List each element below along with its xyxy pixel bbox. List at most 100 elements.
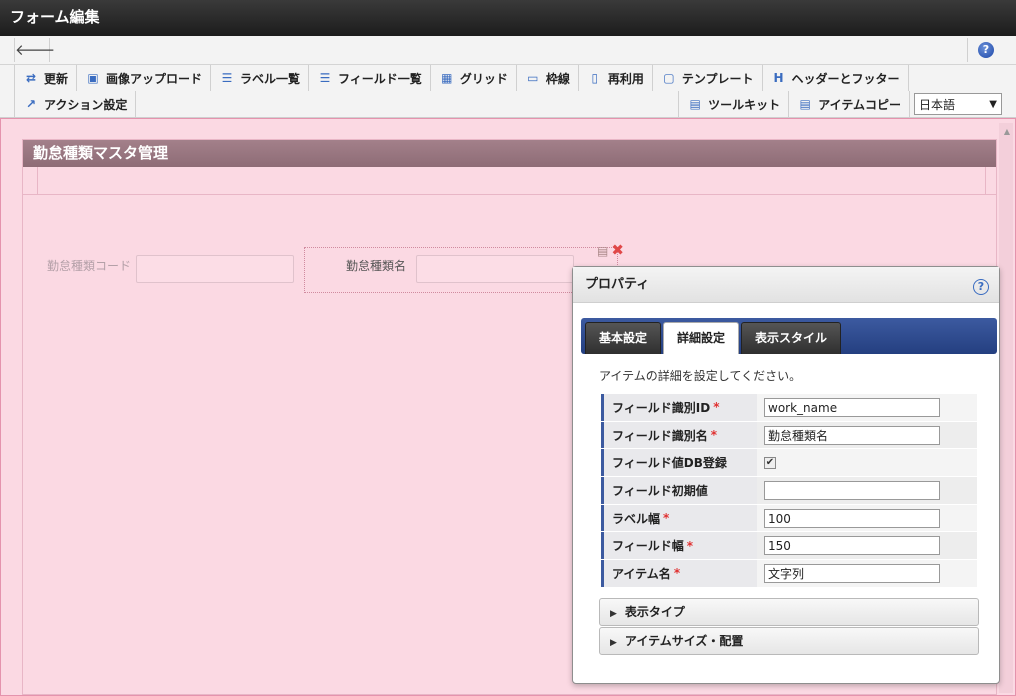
properties-title: プロパティ: [573, 267, 999, 303]
property-row: フィールド初期値: [601, 477, 977, 505]
refresh-icon: ⇄: [25, 71, 37, 85]
required-marker: *: [673, 566, 681, 581]
arrow-left-icon: 🡐: [15, 41, 56, 59]
toolbar-button[interactable]: ▢ テンプレート: [653, 65, 763, 91]
template-icon: ▢: [663, 71, 675, 85]
toolbar-button-label: アクション設定: [44, 97, 128, 112]
property-label-text: フィールド幅: [612, 539, 684, 554]
property-input[interactable]: 100: [764, 508, 940, 528]
section-display-type[interactable]: ▶ 表示タイプ: [599, 598, 979, 626]
toolbar-row-2-right: ▤ ツールキット ▤ アイテムコピー 日本語 ▼: [678, 91, 1002, 117]
section-label: アイテムサイズ・配置: [624, 634, 744, 648]
property-label-text: ラベル幅: [612, 511, 661, 526]
language-select[interactable]: 日本語 ▼: [914, 93, 1002, 115]
property-row: ラベル幅 * 100: [601, 504, 977, 533]
toolbar-row-1: ⇄ 更新 ▣ 画像アップロード ☰ ラベル一覧 ☰ フィールド一覧 ▦ グリッド ▭ 枠線 ▯ 再利用 ▢ テ…: [14, 65, 909, 91]
property-row: フィールド識別ID * work_name: [601, 394, 977, 422]
document-icon: ▯: [591, 71, 599, 85]
property-checkbox[interactable]: ✔: [764, 456, 776, 469]
tab-1[interactable]: 詳細設定: [663, 322, 740, 354]
header-icon: H: [773, 71, 784, 85]
caret-right-icon: ▶: [610, 638, 617, 648]
toolbar-button[interactable]: ▦ グリッド: [431, 65, 517, 91]
toolbar-button-label: 枠線: [545, 71, 570, 86]
property-value: 150: [757, 536, 977, 556]
section-item-size[interactable]: ▶ アイテムサイズ・配置: [599, 627, 979, 655]
property-value: 勤怠種類名: [757, 425, 977, 445]
property-input[interactable]: 文字列: [764, 563, 940, 583]
tab-2[interactable]: 表示スタイル: [741, 322, 842, 354]
toolbar-button-label: 更新: [44, 71, 69, 86]
property-label: フィールド初期値: [601, 477, 757, 504]
property-input[interactable]: 勤怠種類名: [764, 425, 940, 445]
scroll-up-icon[interactable]: ▲: [1004, 127, 1010, 136]
property-label-text: フィールド識別ID: [612, 400, 711, 415]
toolbar-button[interactable]: ▭ 枠線: [517, 65, 579, 91]
property-label: フィールド識別名 *: [601, 421, 757, 449]
field-input-name[interactable]: [416, 255, 574, 283]
nav-separator: [967, 38, 968, 62]
list-icon: ☰: [221, 71, 233, 85]
property-label-text: フィールド識別名: [612, 428, 708, 443]
property-label: フィールド幅 *: [601, 532, 757, 560]
toolbar-button[interactable]: ☰ ラベル一覧: [211, 65, 310, 91]
toolbar-button[interactable]: ▤ アイテムコピー: [789, 91, 910, 117]
property-row: フィールド幅 * 150: [601, 532, 977, 561]
help-icon[interactable]: ?: [978, 42, 994, 58]
nav-bar: 🡐 ?: [0, 36, 1016, 65]
property-label: フィールド値DB登録: [601, 449, 757, 477]
toolbar-button[interactable]: ↗ アクション設定: [14, 91, 137, 117]
chevron-down-icon: ▼: [989, 98, 997, 110]
property-value: 文字列: [757, 563, 977, 583]
property-value: ✔: [757, 456, 977, 469]
property-label: フィールド識別ID *: [601, 394, 757, 421]
edit-icon[interactable]: ▤: [597, 244, 608, 258]
toolbar-button-label: フィールド一覧: [338, 71, 422, 86]
property-row: アイテム名 * 文字列: [601, 560, 977, 588]
grid-icon: ▦: [441, 71, 453, 85]
toolbar: ⇄ 更新 ▣ 画像アップロード ☰ ラベル一覧 ☰ フィールド一覧 ▦ グリッド ▭ 枠線 ▯ 再利用 ▢ テ…: [0, 65, 1016, 118]
form-subbar: [23, 167, 996, 195]
toolbar-button[interactable]: ▯ 再利用: [579, 65, 653, 91]
border-icon: ▭: [527, 71, 539, 85]
toolbar-button[interactable]: ▤ ツールキット: [678, 91, 790, 117]
property-value: [757, 480, 977, 500]
back-button[interactable]: 🡐: [14, 38, 55, 62]
toolbar-button-label: ラベル一覧: [240, 71, 301, 86]
help-icon[interactable]: ?: [973, 279, 989, 295]
toolbar-button-label: 画像アップロード: [106, 71, 203, 86]
field-input-code[interactable]: [136, 255, 294, 283]
properties-description: アイテムの詳細を設定してください。: [599, 369, 802, 383]
toolbar-button-label: ヘッダーとフッター: [791, 71, 900, 86]
tab-0[interactable]: 基本設定: [585, 322, 662, 354]
field-label-code: 勤怠種類コード: [47, 259, 132, 273]
property-row: フィールド値DB登録 ✔: [601, 449, 977, 478]
toolbox-icon: ▤: [799, 97, 811, 111]
toolbar-button-label: 再利用: [607, 71, 644, 86]
property-input[interactable]: [764, 480, 940, 500]
toolbar-button-label: グリッド: [459, 71, 508, 86]
toolbox-icon: ▤: [689, 97, 701, 111]
vertical-scrollbar[interactable]: [999, 123, 1013, 693]
window-title: フォーム編集: [0, 0, 1016, 36]
toolbar-button[interactable]: ⇄ 更新: [14, 65, 78, 91]
properties-panel: プロパティ ? 基本設定 詳細設定 表示スタイル アイテムの詳細を設定してください。…: [572, 266, 1000, 684]
toolbar-button[interactable]: ▣ 画像アップロード: [77, 65, 212, 91]
required-marker: *: [710, 428, 718, 443]
property-value: 100: [757, 508, 977, 528]
property-input[interactable]: 150: [764, 536, 940, 556]
toolbar-row-2: ↗ アクション設定: [14, 91, 137, 117]
property-input[interactable]: work_name: [764, 397, 940, 417]
item-tools: ▤ ✖: [597, 241, 624, 259]
action-icon: ↗: [25, 97, 37, 111]
toolbar-button-label: テンプレート: [681, 71, 754, 86]
toolbar-button[interactable]: ☰ フィールド一覧: [309, 65, 431, 91]
property-label-text: フィールド値DB登録: [612, 456, 727, 471]
toolbar-button-label: ツールキット: [708, 97, 781, 112]
close-icon[interactable]: ✖: [611, 241, 624, 259]
property-label: ラベル幅 *: [601, 504, 757, 532]
section-label: 表示タイプ: [624, 605, 685, 619]
toolbar-button[interactable]: H ヘッダーとフッター: [763, 65, 909, 91]
caret-right-icon: ▶: [610, 609, 617, 619]
property-value: work_name: [757, 397, 977, 417]
